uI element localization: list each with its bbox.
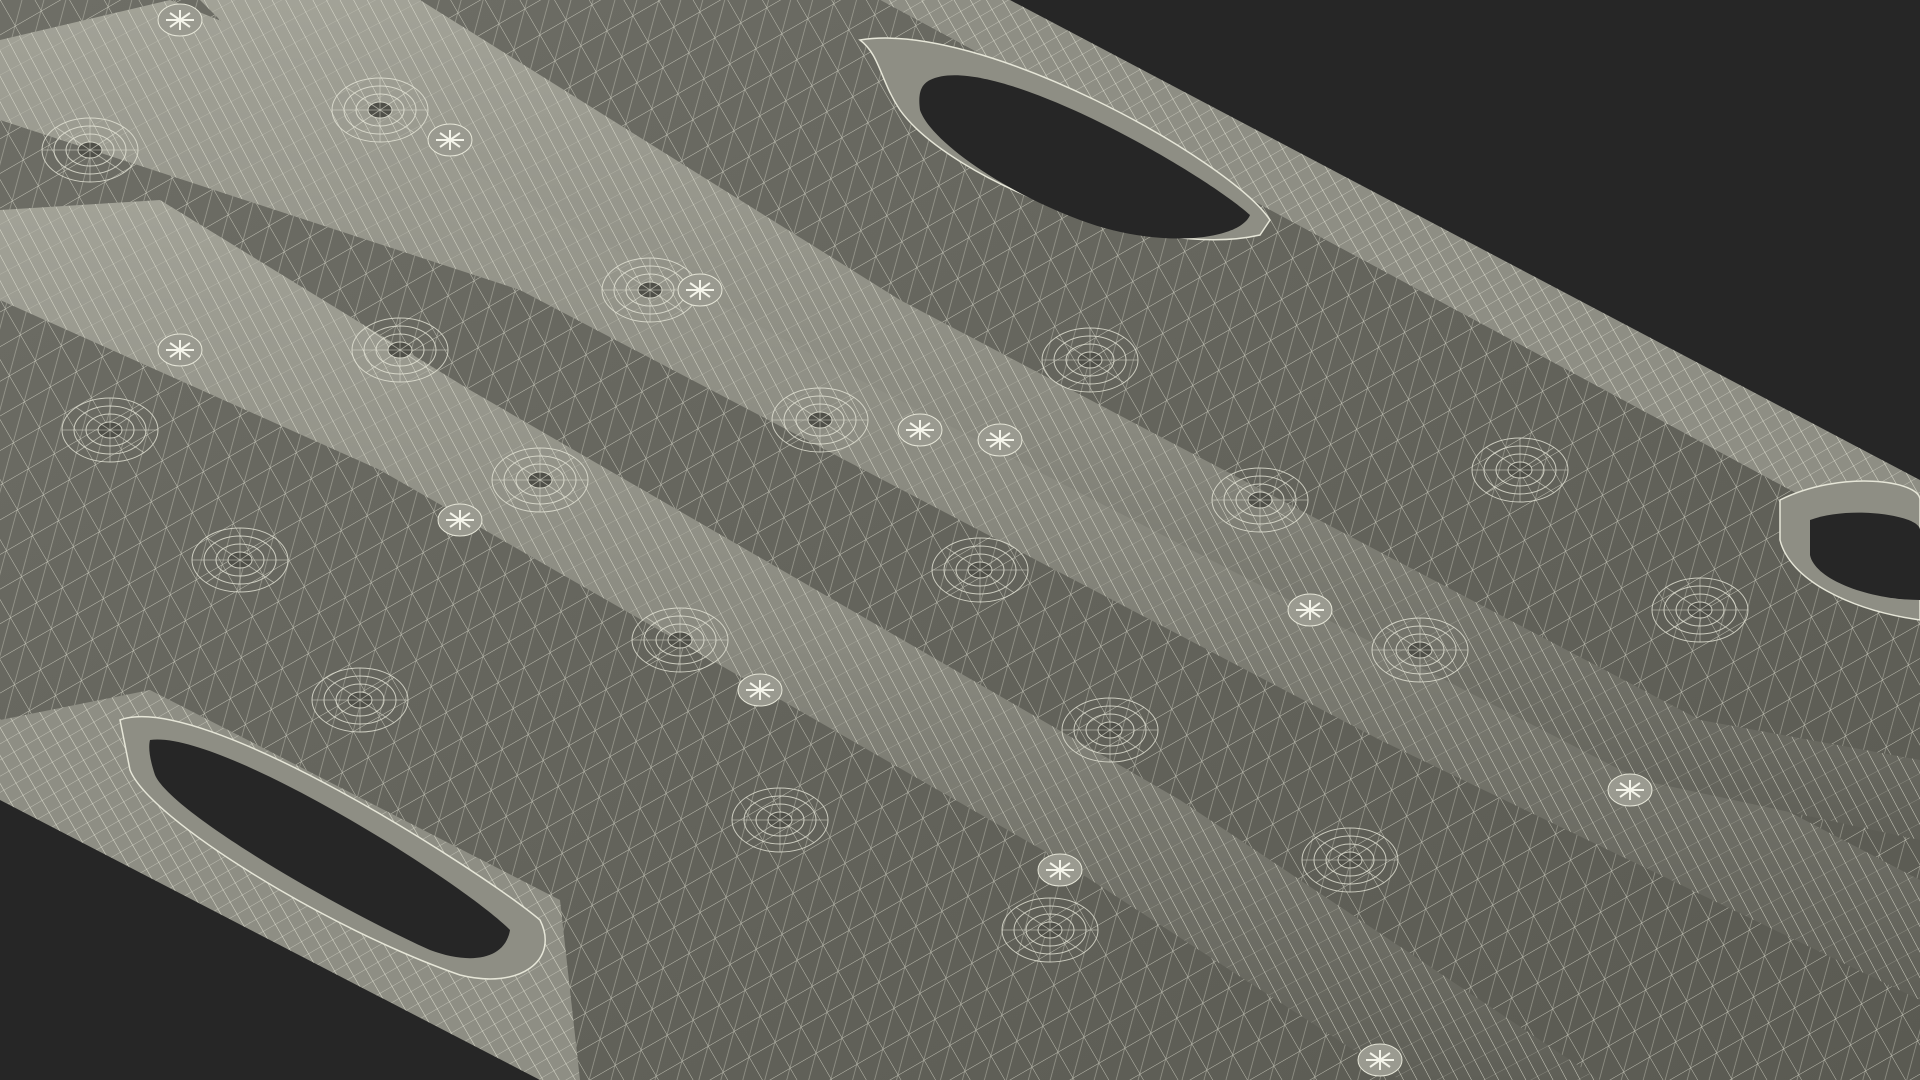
- socket: [61, 397, 159, 463]
- socket: [931, 537, 1029, 603]
- socket: [191, 527, 289, 593]
- socket: [1211, 467, 1309, 533]
- crosshair-marker: [1607, 773, 1653, 807]
- socket: [331, 77, 429, 143]
- socket: [1651, 577, 1749, 643]
- crosshair-marker: [1357, 1043, 1403, 1077]
- socket: [351, 317, 449, 383]
- crosshair-marker: [157, 333, 203, 367]
- socket: [1301, 827, 1399, 893]
- socket: [311, 667, 409, 733]
- socket: [1471, 437, 1569, 503]
- socket: [771, 387, 869, 453]
- crosshair-marker: [437, 503, 483, 537]
- socket: [41, 117, 139, 183]
- socket: [1061, 697, 1159, 763]
- socket: [1041, 327, 1139, 393]
- crosshair-marker: [1287, 593, 1333, 627]
- socket: [491, 447, 589, 513]
- crosshair-marker: [677, 273, 723, 307]
- crosshair-marker: [157, 3, 203, 37]
- render-viewport: [0, 0, 1920, 1080]
- wireframe-model-render: [0, 0, 1920, 1080]
- crosshair-marker: [977, 423, 1023, 457]
- crosshair-marker: [737, 673, 783, 707]
- socket: [1371, 617, 1469, 683]
- socket: [1001, 897, 1099, 963]
- crosshair-marker: [1037, 853, 1083, 887]
- socket: [631, 607, 729, 673]
- crosshair-marker: [427, 123, 473, 157]
- crosshair-marker: [897, 413, 943, 447]
- socket: [731, 787, 829, 853]
